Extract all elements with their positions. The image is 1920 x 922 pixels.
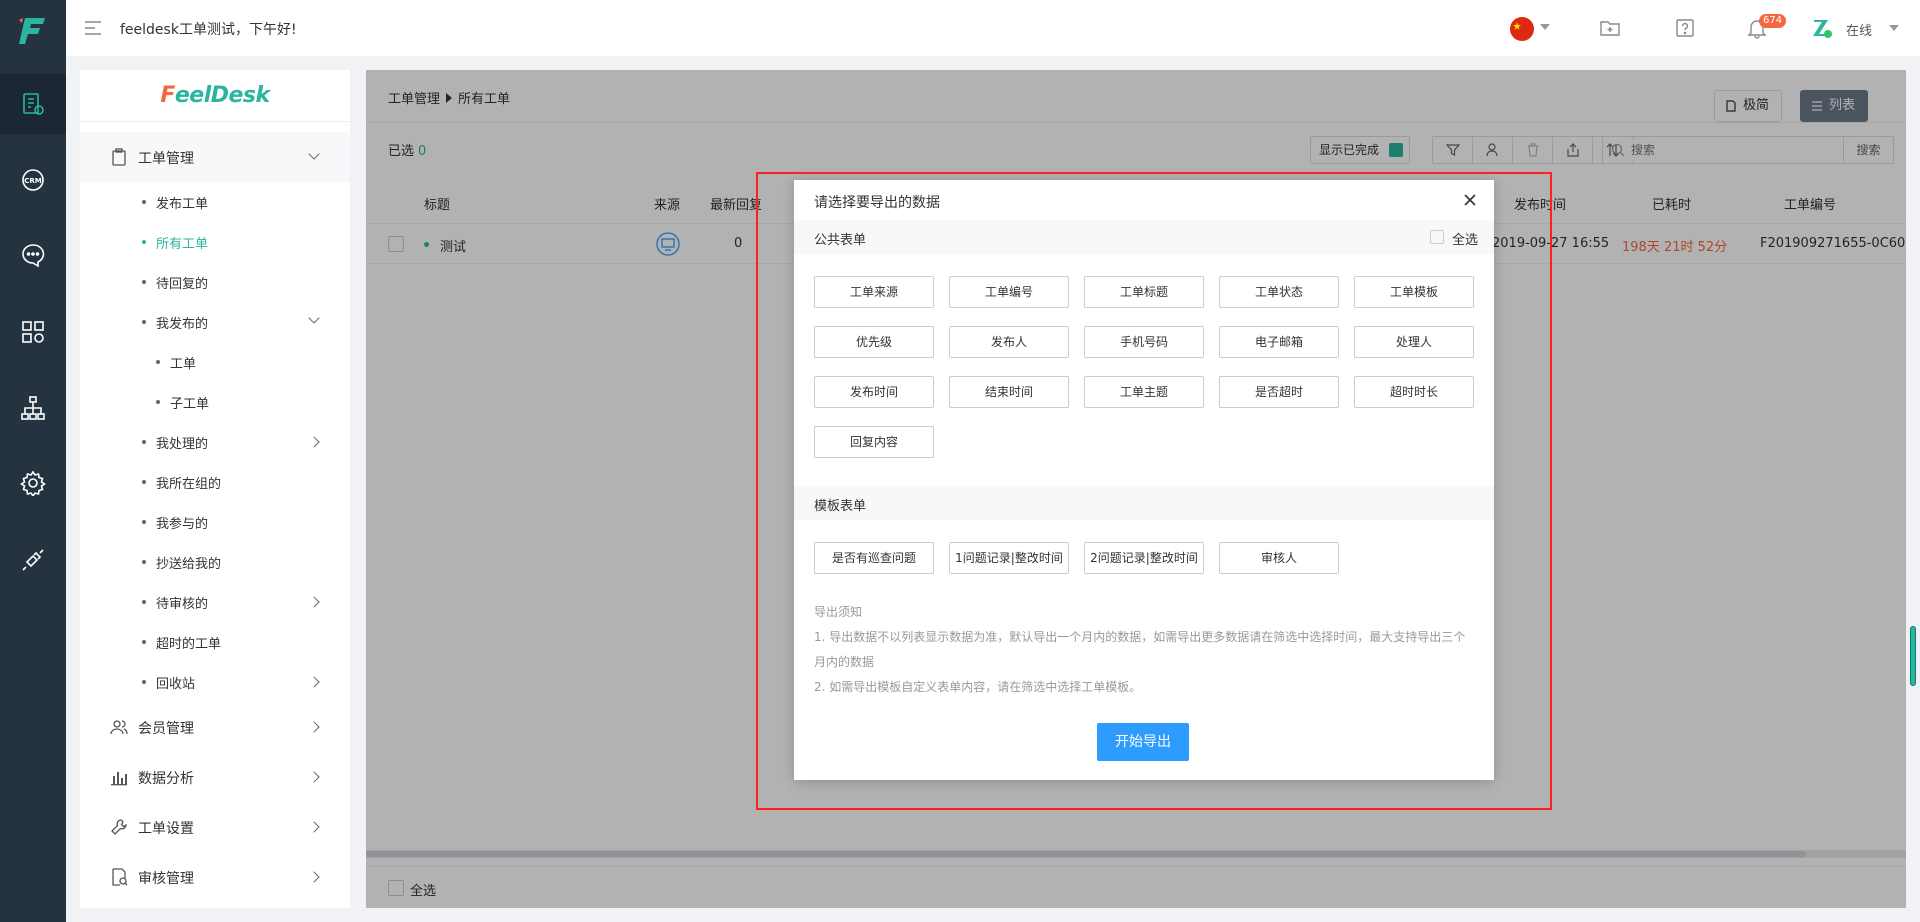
- brand-name: eelDesk: [174, 83, 270, 108]
- highlight-annotation-box: [756, 172, 1552, 810]
- svg-text:CRM: CRM: [24, 177, 42, 185]
- rail-chat-icon[interactable]: [0, 225, 66, 285]
- status-caret-icon[interactable]: [1889, 25, 1899, 31]
- sidebar-item-participated[interactable]: 我参与的: [80, 502, 350, 542]
- wrench-icon: [110, 818, 128, 836]
- sidebar-item-pending-review[interactable]: 待审核的: [80, 582, 350, 622]
- bullet-icon: [142, 280, 146, 284]
- bullet-icon: [156, 400, 160, 404]
- sidebar-item-label: 工单: [170, 357, 197, 372]
- sidebar-item-my-handled[interactable]: 我处理的: [80, 422, 350, 462]
- chevron-down-icon: [308, 148, 320, 160]
- sidebar: FeelDesk 工单管理 发布工单 所有工单 待回复的 我发布的 工单 子工单…: [80, 70, 350, 908]
- page-scroll-handle[interactable]: [1910, 626, 1916, 686]
- sidebar-item-label: 我所在组的: [156, 477, 222, 492]
- user-avatar-icon[interactable]: [1811, 17, 1833, 39]
- bullet-icon: [156, 360, 160, 364]
- rail-plugin-icon[interactable]: [0, 530, 66, 590]
- chevron-right-icon: [308, 721, 320, 733]
- chevron-right-icon: [308, 676, 320, 688]
- language-flag-icon[interactable]: [1510, 17, 1534, 41]
- sidebar-item-label: 回收站: [156, 677, 196, 692]
- rail-apps-icon[interactable]: [0, 302, 66, 362]
- sidebar-item-recycle-bin[interactable]: 回收站: [80, 662, 350, 702]
- online-status[interactable]: 在线: [1846, 20, 1872, 39]
- sidebar-group-label: 审核管理: [138, 871, 194, 887]
- rail-ticket-icon[interactable]: [0, 74, 66, 134]
- sidebar-item-my-published[interactable]: 我发布的: [80, 302, 350, 342]
- sidebar-group-ticket-management[interactable]: 工单管理: [80, 132, 350, 182]
- new-folder-icon[interactable]: [1599, 17, 1621, 39]
- chevron-right-icon: [308, 871, 320, 883]
- language-caret-icon[interactable]: [1540, 24, 1550, 30]
- sidebar-item-label: 所有工单: [156, 237, 209, 252]
- bullet-icon: [142, 200, 146, 204]
- sidebar-brand: FeelDesk: [80, 70, 350, 122]
- chevron-right-icon: [308, 821, 320, 833]
- left-rail: CRM: [0, 0, 66, 922]
- bar-chart-icon: [110, 768, 128, 786]
- chevron-right-icon: [308, 436, 320, 448]
- sidebar-item-label: 超时的工单: [156, 637, 222, 652]
- users-icon: [110, 718, 128, 736]
- bullet-icon: [142, 440, 146, 444]
- bullet-icon: [142, 520, 146, 524]
- chevron-right-icon: [308, 596, 320, 608]
- sidebar-item-ticket[interactable]: 工单: [80, 342, 350, 382]
- sidebar-item-label: 子工单: [170, 397, 210, 412]
- bullet-icon: [142, 640, 146, 644]
- bullet-icon: [142, 320, 146, 324]
- sidebar-group-review-management[interactable]: 审核管理: [80, 852, 350, 902]
- sidebar-item-label: 发布工单: [156, 197, 209, 212]
- sidebar-item-sub-ticket[interactable]: 子工单: [80, 382, 350, 422]
- sidebar-item-label: 待回复的: [156, 277, 209, 292]
- sidebar-item-label: 我发布的: [156, 317, 209, 332]
- sidebar-item-publish-ticket[interactable]: 发布工单: [80, 182, 350, 222]
- sidebar-group-label: 工单管理: [138, 151, 194, 167]
- chevron-right-icon: [308, 771, 320, 783]
- bullet-icon: [142, 480, 146, 484]
- notification-badge: 674: [1759, 14, 1787, 28]
- top-header: feeldesk工单测试，下午好! 674 在线: [66, 0, 1920, 56]
- greeting-text: feeldesk工单测试，下午好!: [120, 22, 297, 38]
- sidebar-group-member-management[interactable]: 会员管理: [80, 702, 350, 752]
- app-logo-icon[interactable]: [17, 14, 49, 46]
- bullet-icon: [142, 680, 146, 684]
- rail-org-icon[interactable]: [0, 378, 66, 438]
- clipboard-icon: [110, 148, 128, 166]
- bullet-icon: [142, 560, 146, 564]
- sidebar-group-ticket-settings[interactable]: 工单设置: [80, 802, 350, 852]
- review-document-icon: [110, 868, 128, 886]
- sidebar-item-label: 抄送给我的: [156, 557, 222, 572]
- sidebar-group-data-analysis[interactable]: 数据分析: [80, 752, 350, 802]
- bullet-icon: [142, 600, 146, 604]
- sidebar-item-label: 待审核的: [156, 597, 209, 612]
- chevron-down-icon: [308, 312, 320, 324]
- menu-toggle-icon[interactable]: [84, 19, 102, 37]
- sidebar-group-label: 数据分析: [138, 771, 194, 787]
- sidebar-item-pending-reply[interactable]: 待回复的: [80, 262, 350, 302]
- sidebar-item-my-group[interactable]: 我所在组的: [80, 462, 350, 502]
- sidebar-item-label: 我处理的: [156, 437, 209, 452]
- sidebar-item-cc-me[interactable]: 抄送给我的: [80, 542, 350, 582]
- sidebar-item-overdue[interactable]: 超时的工单: [80, 622, 350, 662]
- sidebar-group-label: 会员管理: [138, 721, 194, 737]
- rail-crm-icon[interactable]: CRM: [0, 150, 66, 210]
- help-icon[interactable]: [1674, 17, 1696, 39]
- bullet-icon: [142, 240, 146, 244]
- sidebar-group-label: 工单设置: [138, 821, 194, 837]
- sidebar-item-label: 我参与的: [156, 517, 209, 532]
- sidebar-item-all-tickets[interactable]: 所有工单: [80, 222, 350, 262]
- rail-settings-icon[interactable]: [0, 453, 66, 513]
